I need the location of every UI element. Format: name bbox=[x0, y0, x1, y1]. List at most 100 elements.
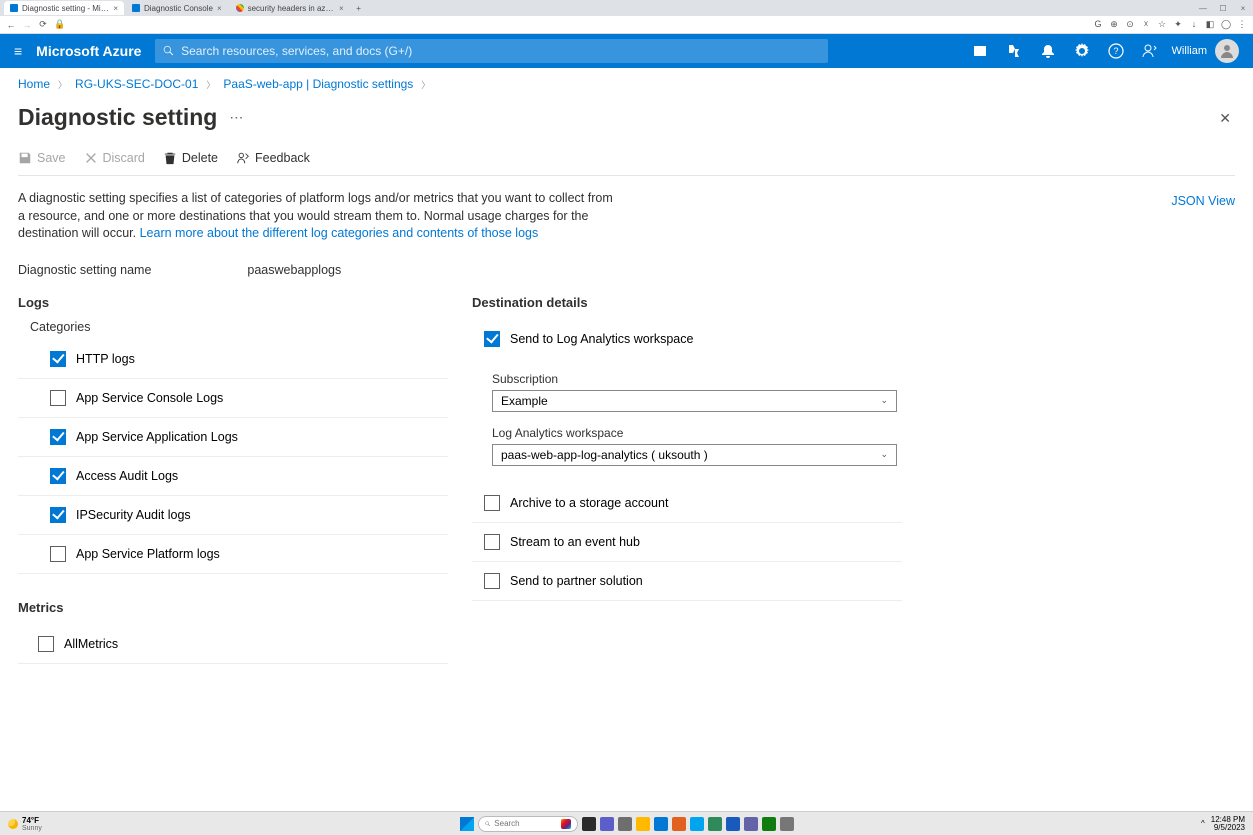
nav-forward-button[interactable]: → bbox=[22, 20, 32, 30]
downloads-icon[interactable]: ↓ bbox=[1189, 19, 1199, 30]
discard-button: Discard bbox=[84, 151, 145, 165]
close-icon[interactable]: × bbox=[217, 4, 222, 13]
dest-partner-checkbox[interactable] bbox=[484, 573, 500, 589]
json-view-link[interactable]: JSON View bbox=[1171, 194, 1235, 208]
install-icon[interactable]: ⊕ bbox=[1109, 19, 1119, 30]
taskbar-pinned-app[interactable] bbox=[582, 817, 596, 831]
bell-icon[interactable] bbox=[1040, 43, 1056, 59]
start-button[interactable] bbox=[460, 817, 474, 831]
breadcrumb-link[interactable]: RG-UKS-SEC-DOC-01 bbox=[75, 77, 198, 91]
taskbar-pinned-app[interactable] bbox=[654, 817, 668, 831]
save-icon bbox=[18, 151, 32, 165]
page-title: Diagnostic setting bbox=[18, 104, 217, 131]
taskbar-search[interactable] bbox=[478, 816, 578, 832]
new-tab-button[interactable]: + bbox=[352, 4, 366, 13]
tray-chevron-icon[interactable]: ^ bbox=[1201, 819, 1205, 828]
tab-title: Diagnostic setting - Microsoft A bbox=[22, 4, 109, 13]
zoom-icon[interactable]: ⊙ bbox=[1125, 19, 1135, 30]
log-category-row: App Service Console Logs bbox=[18, 379, 448, 418]
close-icon[interactable]: × bbox=[113, 4, 118, 13]
delete-button[interactable]: Delete bbox=[163, 151, 218, 165]
user-menu[interactable]: William bbox=[1172, 39, 1239, 63]
nav-back-button[interactable]: ← bbox=[6, 20, 16, 30]
browser-tab[interactable]: Diagnostic setting - Microsoft A × bbox=[4, 1, 124, 15]
law-value: paas-web-app-log-analytics ( uksouth ) bbox=[501, 448, 708, 462]
clock-date: 9/5/2023 bbox=[1211, 824, 1245, 832]
metric-checkbox[interactable] bbox=[38, 636, 54, 652]
breadcrumb: Home 〉 RG-UKS-SEC-DOC-01 〉 PaaS-web-app … bbox=[0, 68, 1253, 100]
taskbar-pinned-app[interactable] bbox=[780, 817, 794, 831]
taskbar-pinned-app[interactable] bbox=[636, 817, 650, 831]
brand-label: Microsoft Azure bbox=[36, 43, 141, 59]
log-category-checkbox[interactable] bbox=[50, 507, 66, 523]
global-search-input[interactable] bbox=[181, 44, 820, 58]
feedback-icon[interactable] bbox=[1142, 43, 1158, 59]
log-category-checkbox[interactable] bbox=[50, 351, 66, 367]
dest-storage-label: Archive to a storage account bbox=[510, 496, 668, 510]
dest-eventhub-checkbox[interactable] bbox=[484, 534, 500, 550]
taskbar-pinned-app[interactable] bbox=[600, 817, 614, 831]
metric-label: AllMetrics bbox=[64, 637, 118, 651]
gear-icon[interactable] bbox=[1074, 43, 1090, 59]
dest-section-title: Destination details bbox=[472, 295, 902, 310]
log-category-checkbox[interactable] bbox=[50, 546, 66, 562]
chevron-right-icon: 〉 bbox=[58, 78, 67, 91]
close-icon[interactable]: × bbox=[339, 4, 344, 13]
log-category-checkbox[interactable] bbox=[50, 390, 66, 406]
kebab-icon[interactable]: ⋮ bbox=[1237, 19, 1247, 30]
taskbar-pinned-app[interactable] bbox=[690, 817, 704, 831]
azure-favicon-icon bbox=[10, 4, 18, 12]
logs-section-title: Logs bbox=[18, 295, 448, 310]
weather-widget[interactable]: 74°F Sunny bbox=[8, 816, 42, 832]
chevron-right-icon: 〉 bbox=[206, 78, 215, 91]
intro-text: A diagnostic setting specifies a list of… bbox=[18, 190, 613, 243]
copilot-icon[interactable] bbox=[1006, 43, 1022, 59]
discard-label: Discard bbox=[103, 151, 145, 165]
chevron-right-icon: 〉 bbox=[421, 78, 430, 91]
subscription-dropdown[interactable]: Example ⌄ bbox=[492, 390, 897, 412]
global-search[interactable] bbox=[155, 39, 828, 63]
browser-tab[interactable]: Diagnostic Console × bbox=[126, 1, 228, 15]
dest-log-analytics-checkbox[interactable] bbox=[484, 331, 500, 347]
window-minimize-button[interactable]: — bbox=[1193, 0, 1213, 16]
learn-more-link[interactable]: Learn more about the different log categ… bbox=[140, 226, 539, 240]
bookmark-icon[interactable]: ☆ bbox=[1157, 19, 1167, 30]
more-menu-button[interactable]: ⋯ bbox=[229, 109, 243, 126]
taskbar-clock[interactable]: 12:48 PM 9/5/2023 bbox=[1211, 816, 1245, 832]
lock-icon: 🔒 bbox=[54, 19, 64, 30]
nav-reload-button[interactable]: ⟳ bbox=[38, 19, 48, 30]
taskbar-pinned-app[interactable] bbox=[744, 817, 758, 831]
taskbar-pinned-app[interactable] bbox=[618, 817, 632, 831]
log-category-checkbox[interactable] bbox=[50, 429, 66, 445]
subscription-value: Example bbox=[501, 394, 548, 408]
tab-title: security headers in azure app se bbox=[248, 4, 335, 13]
dest-storage-row: Archive to a storage account bbox=[472, 484, 902, 523]
sidepanel-icon[interactable]: ◧ bbox=[1205, 19, 1215, 30]
taskbar-search-input[interactable] bbox=[494, 819, 556, 828]
window-close-button[interactable]: × bbox=[1233, 0, 1253, 16]
command-bar: Save Discard Delete Feedback bbox=[18, 151, 1235, 176]
feedback-button[interactable]: Feedback bbox=[236, 151, 310, 165]
extensions-icon[interactable]: ✦ bbox=[1173, 19, 1183, 30]
window-maximize-button[interactable]: ☐ bbox=[1213, 0, 1233, 16]
svg-text:?: ? bbox=[1113, 46, 1118, 56]
close-blade-button[interactable]: ✕ bbox=[1219, 110, 1231, 127]
gtranslate-icon[interactable]: G bbox=[1093, 19, 1103, 30]
share-icon[interactable]: ☓ bbox=[1141, 19, 1151, 30]
dest-storage-checkbox[interactable] bbox=[484, 495, 500, 511]
taskbar-pinned-app[interactable] bbox=[708, 817, 722, 831]
law-dropdown[interactable]: paas-web-app-log-analytics ( uksouth ) ⌄ bbox=[492, 444, 897, 466]
browser-tab[interactable]: security headers in azure app se × bbox=[230, 1, 350, 15]
help-icon[interactable]: ? bbox=[1108, 43, 1124, 59]
cloudshell-icon[interactable] bbox=[972, 43, 988, 59]
dest-eventhub-row: Stream to an event hub bbox=[472, 523, 902, 562]
profile-icon[interactable]: ◯ bbox=[1221, 19, 1231, 30]
hamburger-menu-button[interactable]: ≡ bbox=[14, 43, 22, 59]
law-label: Log Analytics workspace bbox=[492, 426, 902, 440]
breadcrumb-link[interactable]: PaaS-web-app | Diagnostic settings bbox=[223, 77, 413, 91]
breadcrumb-link[interactable]: Home bbox=[18, 77, 50, 91]
taskbar-pinned-app[interactable] bbox=[726, 817, 740, 831]
taskbar-pinned-app[interactable] bbox=[672, 817, 686, 831]
log-category-checkbox[interactable] bbox=[50, 468, 66, 484]
taskbar-pinned-app[interactable] bbox=[762, 817, 776, 831]
